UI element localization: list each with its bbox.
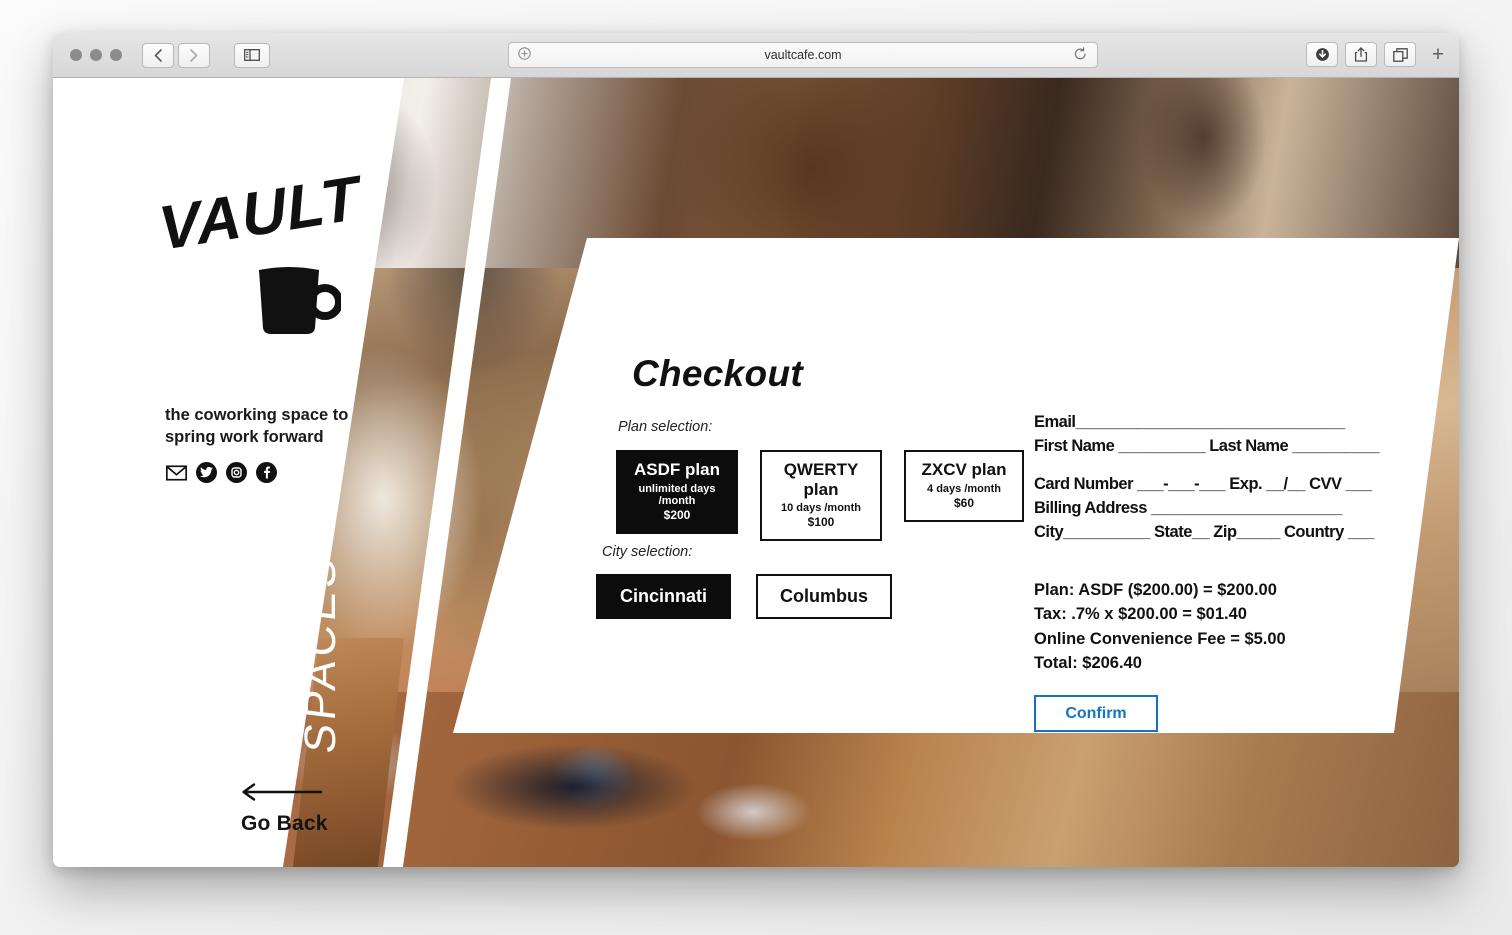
plan-option-zxcv[interactable]: ZXCV plan 4 days /month $60 bbox=[904, 450, 1024, 522]
facebook-icon[interactable] bbox=[256, 462, 277, 483]
plan-options[interactable]: ASDF plan unlimited days /month $200 QWE… bbox=[616, 450, 1024, 542]
plan-days: 4 days /month bbox=[927, 482, 1001, 495]
plan-price: $100 bbox=[807, 515, 835, 530]
email-field[interactable]: Email_______________________________ bbox=[1034, 411, 1434, 435]
instagram-icon[interactable] bbox=[226, 462, 247, 483]
city-option-columbus[interactable]: Columbus bbox=[756, 574, 893, 619]
go-back-label: Go Back bbox=[241, 812, 328, 835]
summary-fee-line: Online Convenience Fee = $5.00 bbox=[1034, 629, 1286, 648]
city-state-zip-field[interactable]: City__________ State__ Zip_____ Country … bbox=[1034, 521, 1434, 545]
plan-name: ZXCV plan bbox=[921, 460, 1007, 479]
summary-tax-line: Tax: .7% x $200.00 = $01.40 bbox=[1034, 605, 1247, 624]
maximize-window-button[interactable] bbox=[110, 49, 122, 61]
browser-toolbar: vaultcafe.com + bbox=[53, 33, 1459, 78]
go-back-link[interactable]: Go Back bbox=[241, 783, 328, 836]
plan-name: ASDF plan bbox=[634, 460, 720, 479]
download-icon[interactable] bbox=[1306, 42, 1338, 67]
new-tab-button[interactable]: + bbox=[1423, 43, 1453, 67]
navigation-buttons[interactable] bbox=[142, 42, 270, 68]
brand-tagline: the coworking space to spring work forwa… bbox=[165, 406, 349, 447]
url-text[interactable]: vaultcafe.com bbox=[509, 48, 1097, 62]
page-title: Checkout bbox=[632, 353, 803, 394]
minimize-window-button[interactable] bbox=[90, 49, 102, 61]
sidebar-toggle-button[interactable] bbox=[234, 42, 270, 68]
share-icon[interactable] bbox=[1345, 42, 1377, 67]
toolbar-right-group[interactable]: + bbox=[1306, 42, 1459, 67]
billing-address-field[interactable]: Billing Address ______________________ bbox=[1034, 497, 1434, 521]
billing-form[interactable]: Email_______________________________ Fir… bbox=[1034, 411, 1434, 545]
summary-total-line: Total: $206.40 bbox=[1034, 654, 1142, 673]
plan-price: $60 bbox=[953, 495, 975, 510]
reload-icon[interactable] bbox=[1074, 46, 1087, 64]
show-tabs-icon[interactable] bbox=[1384, 42, 1416, 67]
plan-days: 10 days /month bbox=[780, 502, 862, 515]
plan-name: QWERTY plan bbox=[783, 460, 859, 499]
summary-plan-line: Plan: ASDF ($200.00) = $200.00 bbox=[1034, 581, 1277, 599]
back-button[interactable] bbox=[142, 42, 174, 68]
card-number-field[interactable]: Card Number ___-___-___ Exp. __/__ CVV _… bbox=[1034, 473, 1434, 497]
plan-days: unlimited days /month bbox=[638, 482, 716, 507]
plan-option-asdf[interactable]: ASDF plan unlimited days /month $200 bbox=[616, 450, 738, 534]
close-window-button[interactable] bbox=[70, 49, 82, 61]
twitter-icon[interactable] bbox=[196, 462, 217, 483]
spaces-vertical-label[interactable]: SPACES bbox=[296, 551, 346, 756]
confirm-button[interactable]: Confirm bbox=[1034, 695, 1158, 732]
coffee-mug-icon bbox=[253, 264, 343, 341]
forward-button[interactable] bbox=[178, 42, 210, 68]
name-fields[interactable]: First Name __________ Last Name ________… bbox=[1034, 435, 1434, 459]
order-summary: Plan: ASDF ($200.00) = $200.00 Tax: .7% … bbox=[1034, 578, 1286, 676]
address-bar[interactable]: vaultcafe.com bbox=[508, 42, 1098, 68]
city-section-label: City selection: bbox=[602, 544, 693, 560]
city-options[interactable]: Cincinnati Columbus bbox=[596, 574, 893, 619]
brand-logo[interactable]: VAULT bbox=[156, 164, 363, 341]
city-option-cincinnati[interactable]: Cincinnati bbox=[596, 574, 732, 619]
plan-section-label: Plan selection: bbox=[618, 419, 713, 435]
arrow-left-icon bbox=[241, 783, 328, 806]
plan-price: $200 bbox=[663, 507, 691, 522]
social-links[interactable] bbox=[166, 462, 277, 483]
page-viewport: SPACES VAULT the coworking space to spri… bbox=[53, 78, 1459, 867]
email-icon[interactable] bbox=[166, 462, 187, 483]
plan-option-qwerty[interactable]: QWERTY plan 10 days /month $100 bbox=[760, 450, 882, 542]
card-fields[interactable]: Card Number ___-___-___ Exp. __/__ CVV _… bbox=[1034, 473, 1434, 545]
window-controls[interactable] bbox=[70, 49, 122, 61]
browser-window: vaultcafe.com + SPACES VAULT the coworki… bbox=[53, 33, 1459, 867]
logo-wordmark: VAULT bbox=[155, 163, 363, 265]
add-bookmark-icon[interactable] bbox=[518, 47, 531, 63]
